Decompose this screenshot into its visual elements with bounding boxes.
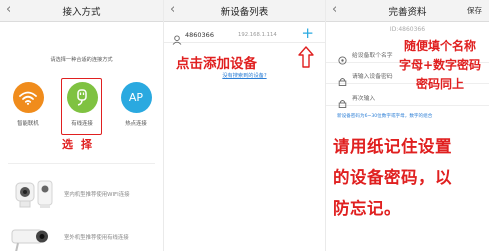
- top-bar: ‹ 新设备列表: [164, 0, 325, 22]
- page-title: 新设备列表: [220, 7, 269, 18]
- annotation-line: 密码同上: [415, 77, 464, 91]
- annotation-line: 防忘记。: [333, 199, 401, 218]
- outdoor-camera-icon: [8, 220, 60, 251]
- outdoor-camera-row: 室外机型推荐使用有线连接: [8, 219, 159, 251]
- password-rule-hint: 新设备密码为6~30位数字或字母，数字的组合: [337, 114, 433, 119]
- lock-icon: [338, 93, 347, 112]
- device-row[interactable]: 4860366 192.168.1.114 +: [164, 25, 325, 45]
- fill-instructions-annotation: 随便填个名称 字母+数字密码 密码同上: [388, 37, 489, 94]
- top-bar: ‹ 完善资料 保存: [326, 0, 489, 22]
- password-placeholder: 请输入设备密码: [352, 74, 393, 80]
- selection-highlight-box: [61, 78, 102, 135]
- annotation-line: 随便填个名称: [403, 39, 476, 53]
- option-hotspot[interactable]: AP 热点连接: [111, 82, 161, 127]
- top-bar: ‹ 接入方式: [0, 0, 163, 22]
- divider: [8, 163, 155, 164]
- page-title: 接入方式: [62, 7, 101, 18]
- option-label: 热点连接: [125, 121, 147, 127]
- remember-password-annotation: 请用纸记住设置 的设备密码，以 防忘记。: [333, 131, 489, 224]
- save-button[interactable]: 保存: [467, 5, 482, 16]
- arrow-up-icon: [298, 46, 314, 72]
- new-device-list-screen: ‹ 新设备列表 4860366 192.168.1.114 + 点击添加设备 没…: [163, 0, 325, 251]
- device-ip: 192.168.1.114: [238, 32, 277, 38]
- user-icon: [172, 30, 182, 49]
- add-device-icon[interactable]: +: [301, 25, 314, 41]
- camera-hint: 室外机型推荐使用有线连接: [64, 235, 129, 241]
- ap-icon[interactable]: AP: [120, 82, 152, 113]
- complete-info-screen: ‹ 完善资料 保存 ID:4860366 给设备取个名字 请输入设备密码 再次输…: [325, 0, 489, 251]
- device-name-placeholder: 给设备取个名字: [352, 53, 393, 59]
- annotation-line: 字母+数字密码: [398, 58, 482, 72]
- camera-hint: 室内机型推荐使用WIFI连接: [64, 192, 130, 198]
- connection-hint: 请选择一种合适的连接方式: [50, 57, 113, 63]
- device-id-line: ID:4860366: [389, 26, 426, 33]
- no-device-link[interactable]: 没有搜索到的设备?: [164, 72, 325, 79]
- indoor-camera-row: 室内机型推荐使用WIFI连接: [8, 176, 159, 212]
- annotation-line: 请用纸记住设置: [333, 137, 452, 156]
- device-id: 4860366: [185, 31, 214, 39]
- option-smart-link[interactable]: 智能联机: [3, 82, 53, 127]
- annotation-line: 的设备密码，以: [333, 168, 452, 187]
- option-label: 智能联机: [17, 121, 39, 127]
- connection-method-screen: ‹ 接入方式 请选择一种合适的连接方式 智能联机 有线连接 AP 热点连接 选择…: [0, 0, 163, 251]
- indoor-camera-icon: [8, 177, 60, 211]
- add-device-annotation: 点击添加设备: [176, 56, 257, 72]
- choose-annotation: 选择: [62, 138, 100, 151]
- wifi-icon[interactable]: [12, 82, 44, 113]
- confirm-password-placeholder: 再次输入: [352, 96, 376, 102]
- page-title: 完善资料: [388, 7, 427, 18]
